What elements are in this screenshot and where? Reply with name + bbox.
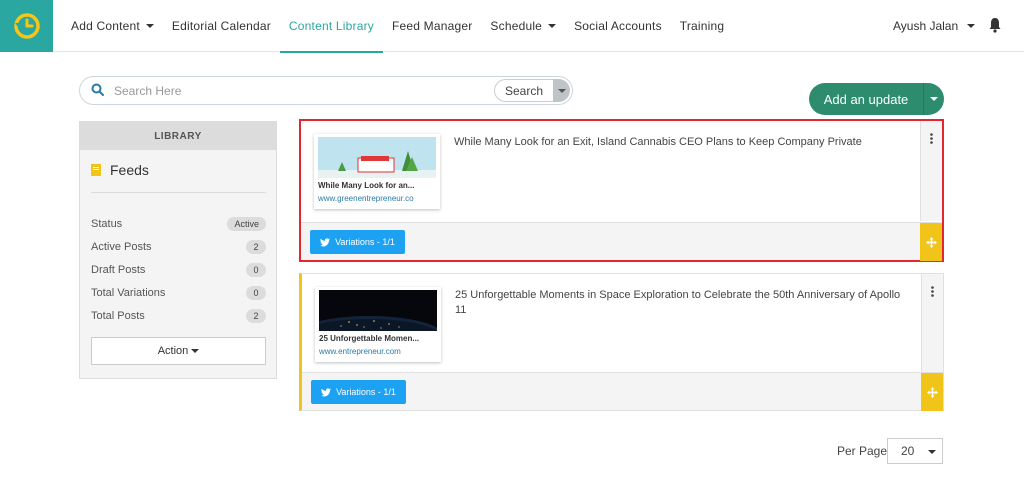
chevron-down-icon <box>928 450 936 454</box>
clock-logo-icon <box>13 13 40 39</box>
chevron-down-icon <box>145 24 154 28</box>
chevron-down-icon <box>191 349 200 353</box>
stat-label: Total Variations <box>91 287 166 299</box>
post-menu[interactable] <box>921 274 943 373</box>
chevron-down-icon <box>967 24 976 28</box>
post-card[interactable]: 25 Unforgettable Momen... www.entreprene… <box>299 273 944 411</box>
nav-content-library-label: Content Library <box>288 19 374 33</box>
twitter-icon <box>321 387 332 396</box>
preview-url[interactable]: www.greenentrepreneur.co <box>318 194 438 203</box>
sidebar-title-label: Feeds <box>110 162 149 178</box>
user-menu[interactable]: Ayush Jalan <box>893 0 976 52</box>
count-badge: 0 <box>246 263 266 277</box>
feed-icon <box>91 164 101 176</box>
per-page-value: 20 <box>901 444 915 458</box>
link-preview[interactable]: 25 Unforgettable Momen... www.entreprene… <box>315 287 441 362</box>
stat-label: Active Posts <box>91 241 152 253</box>
preview-title: 25 Unforgettable Momen... <box>319 334 420 343</box>
nav-add-content-label: Add Content <box>71 19 140 33</box>
search-button[interactable]: Search <box>494 79 554 102</box>
variations-label: Variations - 1/1 <box>335 237 395 247</box>
stat-label: Total Posts <box>91 310 145 322</box>
nav-editorial-calendar[interactable]: Editorial Calendar <box>163 0 280 52</box>
nav-schedule[interactable]: Schedule <box>481 0 565 52</box>
chevron-down-icon <box>930 97 938 101</box>
move-icon <box>925 236 937 248</box>
per-page-select[interactable]: 20 <box>887 438 943 464</box>
stat-total-posts: Total Posts 2 <box>91 308 266 324</box>
more-vertical-icon <box>931 286 934 297</box>
count-badge: 2 <box>246 309 266 323</box>
more-vertical-icon <box>930 133 933 144</box>
post-menu[interactable] <box>920 121 942 221</box>
stat-status: Status Active <box>91 216 266 232</box>
app-logo[interactable] <box>0 0 53 52</box>
stat-label: Draft Posts <box>91 264 146 276</box>
drag-handle[interactable] <box>920 223 942 261</box>
post-footer: Variations - 1/1 <box>302 372 943 411</box>
add-update-button[interactable]: Add an update <box>809 83 923 115</box>
status-badge: Active <box>227 217 266 231</box>
post-card[interactable]: While Many Look for an... www.greenentre… <box>299 119 944 262</box>
nav-training-label: Training <box>679 19 725 33</box>
action-button[interactable]: Action <box>91 337 266 365</box>
stat-active-posts: Active Posts 2 <box>91 239 266 255</box>
nav-add-content[interactable]: Add Content <box>62 0 163 52</box>
search-icon <box>91 83 104 96</box>
top-navbar: Add Content Editorial Calendar Content L… <box>0 0 1024 53</box>
per-page-label: Per Page <box>837 444 888 458</box>
nav-feed-manager[interactable]: Feed Manager <box>383 0 481 52</box>
sidebar-header: LIBRARY <box>80 122 276 150</box>
main-nav: Add Content Editorial Calendar Content L… <box>62 0 734 53</box>
link-preview[interactable]: While Many Look for an... www.greenentre… <box>314 134 440 209</box>
variations-button[interactable]: Variations - 1/1 <box>311 380 406 404</box>
action-button-label: Action <box>157 345 189 357</box>
nav-training[interactable]: Training <box>671 0 734 52</box>
post-text: While Many Look for an Exit, Island Cann… <box>454 136 862 148</box>
count-badge: 0 <box>246 286 266 300</box>
search-input[interactable] <box>114 82 484 100</box>
user-name: Ayush Jalan <box>893 19 959 33</box>
nav-schedule-label: Schedule <box>490 19 543 33</box>
nav-feed-manager-label: Feed Manager <box>391 19 473 33</box>
library-sidebar: LIBRARY Feeds Status Active Active Posts… <box>79 121 277 379</box>
divider <box>91 192 266 193</box>
preview-image <box>319 290 437 331</box>
count-badge: 2 <box>246 240 266 254</box>
post-text: 25 Unforgettable Moments in Space Explor… <box>455 289 901 316</box>
search-bar: Search <box>79 76 573 105</box>
search-options-dropdown[interactable] <box>553 79 570 102</box>
preview-image <box>318 137 436 178</box>
twitter-icon <box>320 237 331 246</box>
stat-total-variations: Total Variations 0 <box>91 285 266 301</box>
chevron-down-icon <box>557 88 566 93</box>
variations-label: Variations - 1/1 <box>336 387 396 397</box>
drag-handle[interactable] <box>921 373 943 411</box>
nav-editorial-calendar-label: Editorial Calendar <box>171 19 271 33</box>
preview-title: While Many Look for an... <box>318 181 415 190</box>
post-footer: Variations - 1/1 <box>301 222 942 261</box>
nav-content-library[interactable]: Content Library <box>279 0 384 53</box>
bell-icon[interactable] <box>987 16 1003 34</box>
stat-draft-posts: Draft Posts 0 <box>91 262 266 278</box>
variations-button[interactable]: Variations - 1/1 <box>310 230 405 254</box>
stat-label: Status <box>91 218 123 230</box>
nav-social-accounts[interactable]: Social Accounts <box>565 0 671 52</box>
move-icon <box>926 386 938 398</box>
nav-social-accounts-label: Social Accounts <box>574 19 662 33</box>
chevron-down-icon <box>548 24 557 28</box>
preview-url[interactable]: www.entrepreneur.com <box>319 347 439 356</box>
sidebar-title: Feeds <box>91 162 149 178</box>
add-update-dropdown[interactable] <box>923 83 944 115</box>
